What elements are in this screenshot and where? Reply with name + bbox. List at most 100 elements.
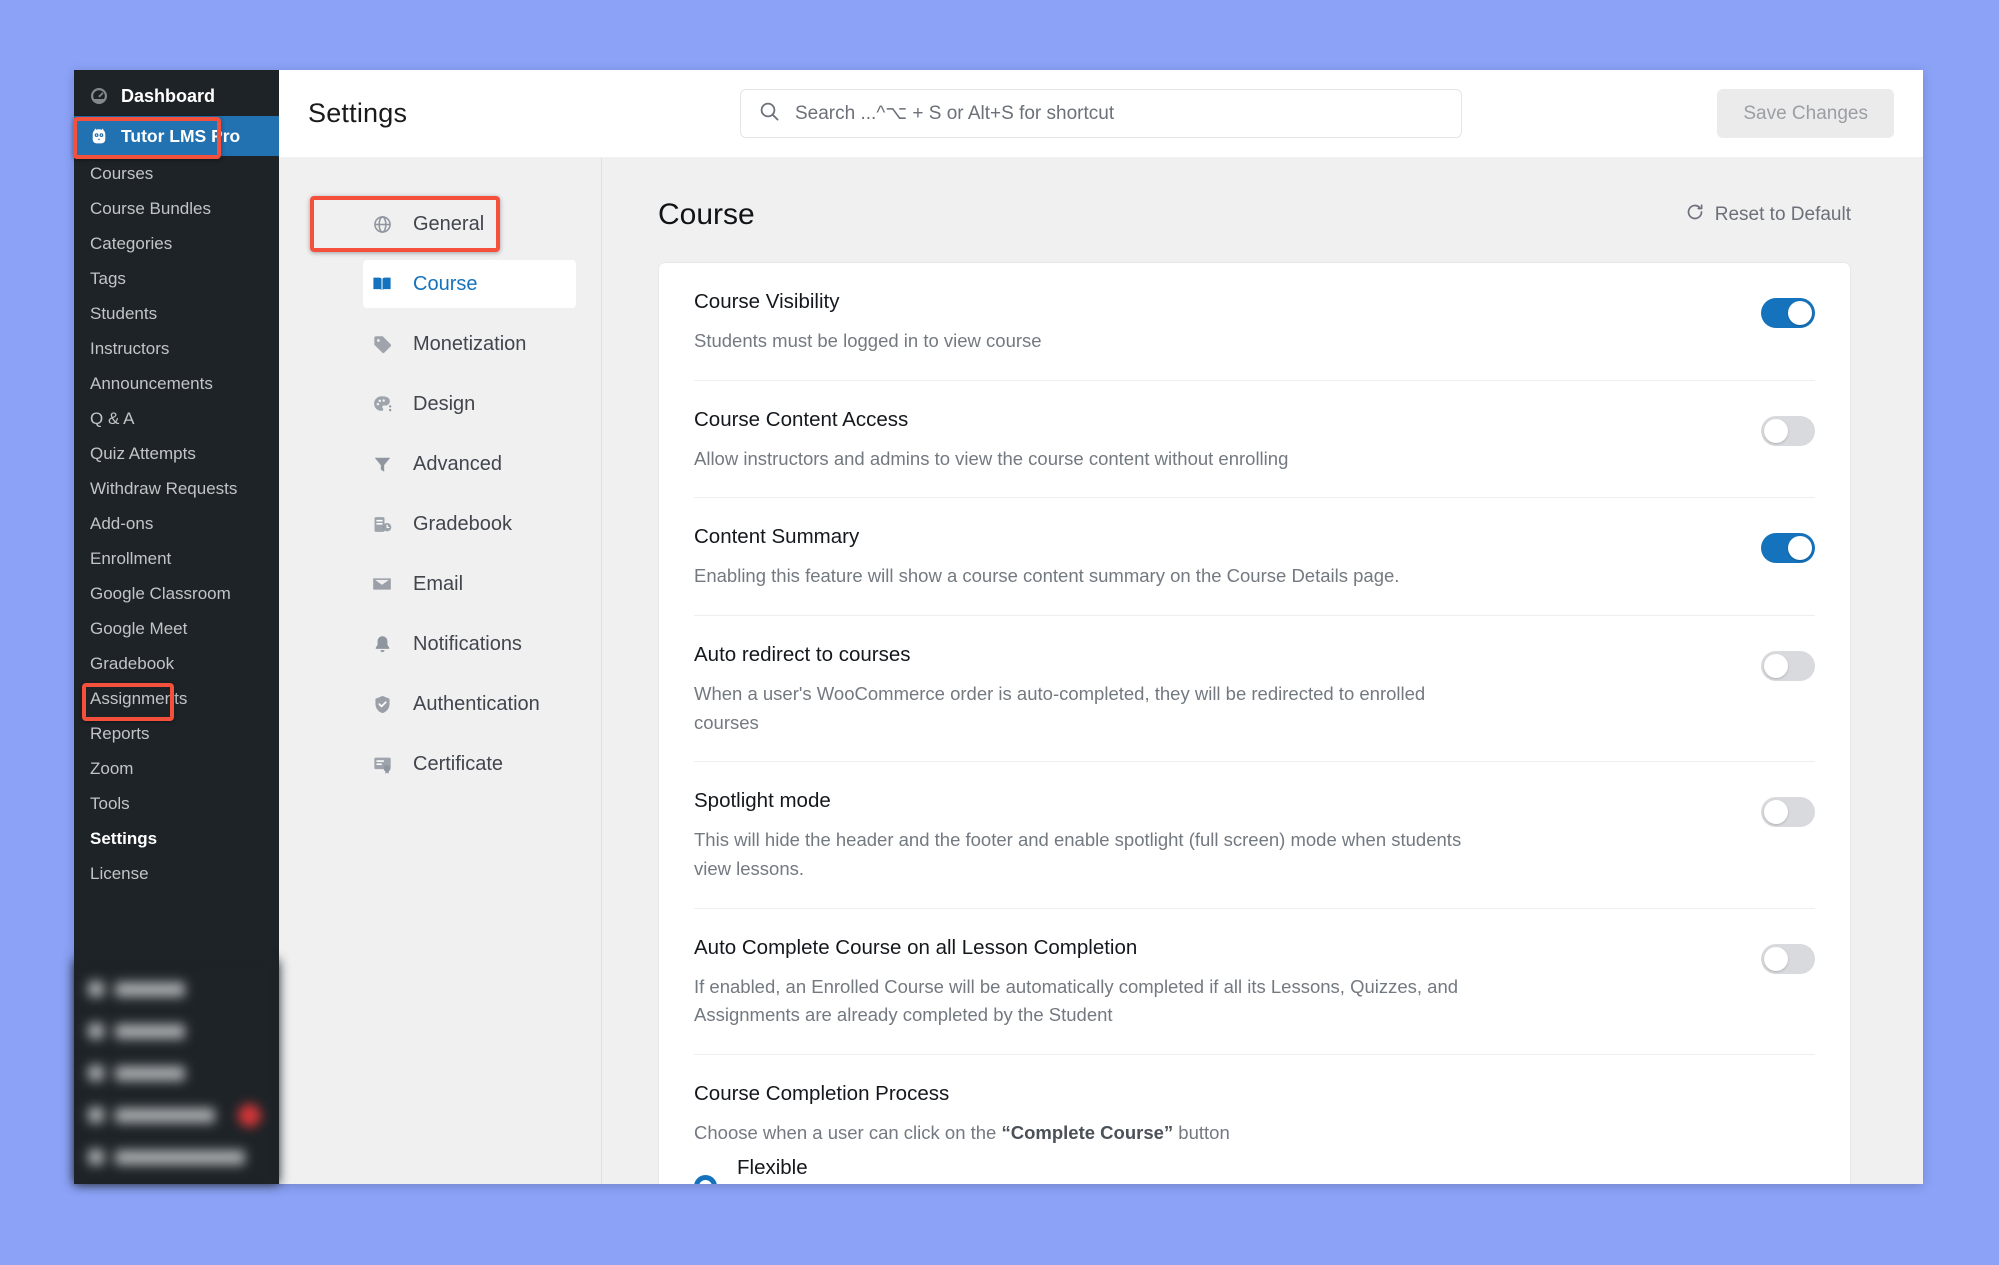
settings-nav-item-general[interactable]: General	[363, 200, 576, 248]
sidebar-item-label: Announcements	[90, 373, 213, 393]
sidebar-item-label: Students	[90, 303, 158, 323]
sidebar-item-gradebook[interactable]: Gradebook	[74, 646, 279, 681]
setting-toggle[interactable]	[1761, 651, 1815, 682]
settings-nav-item-label: General	[413, 212, 485, 235]
settings-nav-item-email[interactable]: Email	[363, 560, 576, 608]
setting-toggle[interactable]	[1761, 797, 1815, 828]
content-title: Course	[658, 198, 755, 231]
blurred-menu-item[interactable]	[74, 968, 279, 1010]
setting-toggle[interactable]	[1761, 533, 1815, 564]
settings-nav-item-design[interactable]: Design	[363, 380, 576, 428]
tutor-submenu: Courses Course Bundles Categories Tags Stude…	[74, 156, 279, 891]
sidebar-item-license[interactable]: License	[74, 856, 279, 891]
sidebar-item-tags[interactable]: Tags	[74, 261, 279, 296]
sidebar-item-course-bundles[interactable]: Course Bundles	[74, 191, 279, 226]
sidebar-item-tools[interactable]: Tools	[74, 786, 279, 821]
settings-nav-item-authentication[interactable]: Authentication	[363, 680, 576, 728]
settings-nav-item-advanced[interactable]: Advanced	[363, 440, 576, 488]
sidebar-item-label: Gradebook	[90, 653, 175, 673]
sidebar-item-add-ons[interactable]: Add-ons	[74, 506, 279, 541]
setting-row: Auto Complete Course on all Lesson Compl…	[694, 909, 1815, 1056]
sidebar-item-settings[interactable]: Settings	[74, 821, 279, 856]
sidebar-item-label: License	[90, 863, 149, 883]
completion-option-title: Flexible	[737, 1155, 808, 1179]
blurred-menu-item[interactable]	[74, 1094, 279, 1136]
setting-title: Course Visibility	[694, 290, 840, 313]
envelope-icon	[371, 573, 393, 595]
setting-title: Content Summary	[694, 525, 860, 549]
settings-nav-item-label: Advanced	[413, 452, 502, 475]
setting-description: Enabling this feature will show a course…	[694, 565, 1400, 587]
setting-row: Auto redirect to courses When a user's Wo…	[694, 616, 1815, 763]
save-changes-button[interactable]: Save Changes	[1717, 89, 1894, 138]
setting-title: Course Content Access	[694, 407, 909, 431]
app-window: Dashboard Tutor LMS Pro Courses Course Bu…	[73, 70, 1923, 1184]
sidebar-item-google-classroom[interactable]: Google Classroom	[74, 576, 279, 611]
settings-nav-item-label: Course	[413, 272, 478, 295]
setting-text: Content Summary Enabling this feature wil…	[694, 525, 1761, 591]
setting-toggle[interactable]	[1761, 298, 1815, 328]
toggle-knob	[1764, 418, 1788, 443]
setting-description: Students must be logged in to view cours…	[694, 330, 1042, 351]
blurred-menu-item[interactable]	[74, 1052, 279, 1094]
sidebar-item-quiz-attempts[interactable]: Quiz Attempts	[74, 436, 279, 471]
completion-description: Choose when a user can click on the “Com…	[694, 1119, 1464, 1148]
setting-row: Content Summary Enabling this feature wil…	[694, 498, 1815, 617]
settings-nav-item-notifications[interactable]: Notifications	[363, 620, 576, 668]
setting-title: Auto redirect to courses	[694, 643, 911, 667]
wordpress-core-menu-blurred	[74, 960, 279, 1184]
sidebar-item-enrollment[interactable]: Enrollment	[74, 541, 279, 576]
setting-row: Course Visibility Students must be logged…	[694, 263, 1815, 381]
sidebar-item-label: Course Bundles	[90, 198, 211, 218]
course-completion-row: Course Completion Process Choose when a u…	[694, 1055, 1815, 1184]
sidebar-item-assignments[interactable]: Assignments	[74, 681, 279, 716]
reset-to-default-button[interactable]: Reset to Default	[1685, 202, 1851, 228]
settings-nav-item-gradebook[interactable]: Gradebook	[363, 500, 576, 548]
setting-toggle[interactable]	[1761, 415, 1815, 446]
sidebar-item-label: Reports	[90, 723, 150, 743]
sidebar-item-label: Courses	[90, 163, 154, 183]
completion-option-flexible[interactable]: FlexibleStudents can complete courses an…	[694, 1148, 1815, 1184]
settings-nav-item-label: Authentication	[413, 692, 540, 715]
sidebar-item-dashboard[interactable]: Dashboard	[74, 70, 279, 116]
radio-selected-icon[interactable]	[694, 1174, 717, 1184]
sidebar-item-categories[interactable]: Categories	[74, 226, 279, 261]
setting-row: Spotlight mode This will hide the header …	[694, 762, 1815, 909]
sidebar-item-reports[interactable]: Reports	[74, 716, 279, 751]
sidebar-item-announcements[interactable]: Announcements	[74, 366, 279, 401]
blurred-menu-label	[115, 1023, 185, 1039]
certificate-icon	[371, 754, 393, 775]
settings-nav-item-monetization[interactable]: Monetization	[363, 320, 576, 368]
sidebar-item-zoom[interactable]: Zoom	[74, 751, 279, 786]
price-tag-icon	[371, 334, 393, 355]
blurred-menu-icon	[88, 981, 104, 997]
sidebar-item-label: Q & A	[90, 408, 135, 428]
setting-description: Allow instructors and admins to view the…	[694, 447, 1289, 469]
setting-title: Auto Complete Course on all Lesson Compl…	[694, 935, 1138, 959]
setting-toggle[interactable]	[1761, 943, 1815, 974]
sidebar-item-tutor-lms-pro[interactable]: Tutor LMS Pro	[74, 116, 291, 156]
settings-content: Course Reset to Default Course Visibilit…	[602, 158, 1923, 1184]
search-container	[740, 89, 1462, 138]
sidebar-item-label: Categories	[90, 233, 173, 253]
blurred-menu-item[interactable]	[74, 1136, 279, 1178]
sidebar-item-students[interactable]: Students	[74, 296, 279, 331]
bell-icon	[371, 634, 393, 655]
settings-nav-item-certificate[interactable]: Certificate	[363, 740, 576, 788]
course-settings-card: Course Visibility Students must be logged…	[658, 262, 1851, 1184]
setting-description: When a user's WooCommerce order is auto-…	[694, 683, 1426, 733]
sidebar-item-label: Quiz Attempts	[90, 443, 196, 463]
blurred-menu-item[interactable]	[74, 1010, 279, 1052]
search-icon	[759, 101, 780, 127]
settings-nav-item-course[interactable]: Course	[363, 260, 576, 308]
search-input[interactable]	[795, 102, 1443, 125]
sidebar-item-withdraw-requests[interactable]: Withdraw Requests	[74, 471, 279, 506]
sidebar-item-q-a[interactable]: Q & A	[74, 401, 279, 436]
completion-desc-before: Choose when a user can click on the	[694, 1122, 1002, 1144]
setting-text: Course Content Access Allow instructors a…	[694, 408, 1761, 474]
search-box[interactable]	[740, 89, 1462, 138]
sidebar-item-courses[interactable]: Courses	[74, 156, 279, 191]
sidebar-item-label: Withdraw Requests	[90, 478, 238, 498]
sidebar-item-instructors[interactable]: Instructors	[74, 331, 279, 366]
sidebar-item-google-meet[interactable]: Google Meet	[74, 611, 279, 646]
